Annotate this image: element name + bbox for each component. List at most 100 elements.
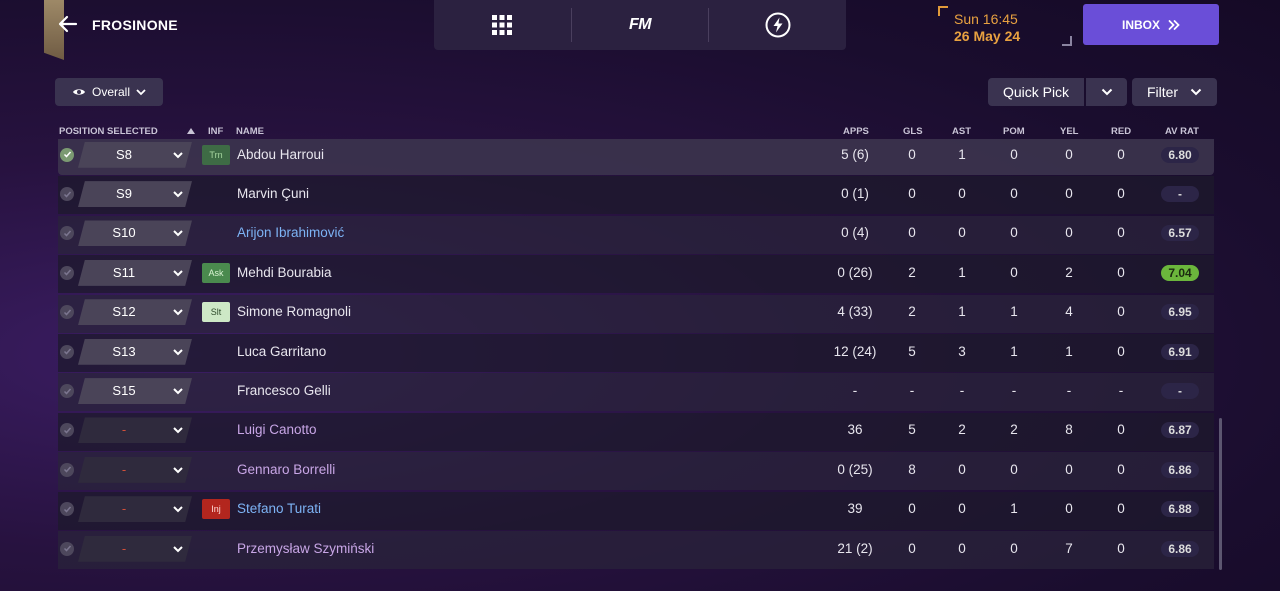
chevron-down-icon — [171, 266, 185, 280]
game-date: Sun 16:45 26 May 24 — [938, 6, 1072, 46]
continue-button[interactable] — [709, 0, 846, 50]
position-label: S12 — [112, 304, 136, 320]
club-name[interactable]: FROSINONE — [92, 17, 178, 33]
position-label: S15 — [112, 383, 136, 399]
player-name[interactable]: Gennaro Borrelli — [237, 462, 335, 477]
table-header: POSITION SELECTED INF NAME APPS GLS AST … — [58, 122, 1214, 140]
back-button[interactable] — [56, 12, 80, 36]
menu-grid-button[interactable] — [434, 0, 571, 50]
table-row[interactable]: - Gennaro Borrelli 0 (25) 8 0 0 0 0 6.86 — [58, 452, 1214, 491]
filter-button[interactable]: Filter — [1132, 78, 1217, 106]
chevron-down-icon — [171, 502, 185, 516]
average-rating-badge: 6.80 — [1161, 146, 1199, 163]
col-name[interactable]: NAME — [236, 126, 264, 137]
info-badge[interactable]: Slt — [202, 302, 230, 323]
table-row[interactable]: S9 Marvin Çuni 0 (1) 0 0 0 0 0- — [58, 176, 1214, 215]
stat-ast: 1 — [958, 146, 966, 162]
stat-red: 0 — [1117, 304, 1125, 320]
col-av-rat[interactable]: AV RAT — [1165, 126, 1199, 137]
row-select-checkbox[interactable] — [60, 423, 74, 438]
stat-ast: 0 — [958, 501, 966, 517]
row-select-checkbox[interactable] — [60, 344, 74, 359]
table-row[interactable]: S8 Trn Abdou Harroui 5 (6) 0 1 0 0 0 6.80 — [58, 139, 1214, 175]
stat-pom: - — [1011, 383, 1017, 399]
arrow-left-icon — [58, 15, 78, 33]
row-select-checkbox[interactable] — [60, 305, 74, 320]
player-name[interactable]: Marvin Çuni — [237, 186, 309, 201]
table-row[interactable]: S10 Arijon Ibrahimović 0 (4) 0 0 0 0 0 6.57 — [58, 215, 1214, 254]
fm-home-button[interactable]: FM — [572, 0, 709, 50]
quick-pick-dropdown[interactable] — [1086, 78, 1127, 106]
table-row[interactable]: - Przemysław Szymiński 21 (2) 0 0 0 7 0 6.86 — [58, 531, 1214, 569]
chevron-down-icon — [171, 423, 185, 437]
col-apps[interactable]: APPS — [843, 126, 869, 137]
stat-red: 0 — [1117, 422, 1125, 438]
filter-label: Filter — [1146, 84, 1179, 100]
player-name[interactable]: Francesco Gelli — [237, 383, 331, 398]
position-label: S13 — [112, 343, 136, 359]
table-row[interactable]: - Luigi Canotto 36 5 2 2 8 0 6.87 — [58, 412, 1214, 451]
stat-yel: 0 — [1065, 461, 1073, 477]
col-yel[interactable]: YEL — [1060, 126, 1078, 137]
player-name[interactable]: Simone Romagnoli — [237, 304, 351, 319]
check-icon — [63, 545, 71, 552]
table-row[interactable]: S15 Francesco Gelli - - - - - - - — [58, 373, 1214, 412]
double-chevron-right-icon — [1168, 19, 1180, 30]
stat-red: 0 — [1117, 501, 1125, 517]
chevron-down-icon — [136, 89, 146, 96]
stat-apps: 5 (6) — [841, 146, 869, 162]
table-scrollbar[interactable] — [1219, 418, 1222, 570]
stat-red: 0 — [1117, 540, 1125, 556]
stat-apps: 4 (33) — [837, 304, 873, 320]
player-name[interactable]: Stefano Turati — [237, 501, 321, 516]
row-select-checkbox[interactable] — [60, 384, 74, 399]
lightning-icon — [765, 12, 791, 38]
player-name[interactable]: Luca Garritano — [237, 344, 326, 359]
player-name[interactable]: Mehdi Bourabia — [237, 265, 332, 280]
stat-red: 0 — [1117, 343, 1125, 359]
average-rating-badge: 6.95 — [1161, 304, 1199, 321]
player-name[interactable]: Przemysław Szymiński — [237, 541, 374, 556]
col-red[interactable]: RED — [1111, 126, 1131, 137]
info-badge[interactable]: Inj — [202, 499, 230, 520]
stat-red: 0 — [1117, 186, 1125, 202]
col-gls[interactable]: GLS — [903, 126, 923, 137]
table-row[interactable]: S11 Ask Mehdi Bourabia 0 (26) 2 1 0 2 0 7.04 — [58, 255, 1214, 294]
average-rating-badge: 7.04 — [1161, 264, 1199, 281]
row-select-checkbox[interactable] — [60, 226, 74, 241]
fm-logo: FM — [628, 16, 652, 33]
col-ast[interactable]: AST — [952, 126, 971, 137]
sort-ascending-icon — [187, 128, 195, 134]
inbox-button[interactable]: INBOX — [1083, 4, 1219, 45]
col-pom[interactable]: POM — [1003, 126, 1025, 137]
info-badge[interactable]: Trn — [202, 144, 230, 165]
col-position-selected[interactable]: POSITION SELECTED — [59, 126, 158, 137]
player-name[interactable]: Abdou Harroui — [237, 147, 324, 162]
row-select-checkbox[interactable] — [60, 187, 74, 202]
stat-yel: 2 — [1065, 264, 1073, 280]
table-row[interactable]: S13 Luca Garritano 12 (24) 5 3 1 1 0 6.91 — [58, 334, 1214, 372]
chevron-down-icon — [171, 384, 185, 398]
stat-apps: 39 — [847, 501, 863, 517]
player-name[interactable]: Arijon Ibrahimović — [237, 225, 344, 240]
stat-ast: 1 — [958, 304, 966, 320]
row-select-checkbox[interactable] — [60, 502, 74, 517]
row-select-checkbox[interactable] — [60, 462, 74, 477]
grid-icon — [492, 15, 513, 35]
col-inf[interactable]: INF — [208, 126, 223, 137]
row-select-checkbox[interactable] — [60, 541, 74, 556]
quick-pick-button[interactable]: Quick Pick — [988, 78, 1084, 106]
table-row[interactable]: S12 Slt Simone Romagnoli 4 (33) 2 1 1 4 0 6.95 — [58, 294, 1214, 333]
average-rating-badge: 6.91 — [1161, 343, 1199, 360]
stat-ast: 1 — [958, 264, 966, 280]
stat-apps: 0 (1) — [841, 186, 869, 202]
player-name[interactable]: Luigi Canotto — [237, 422, 317, 437]
row-select-checkbox[interactable] — [60, 265, 74, 280]
date-day: 26 May 24 — [954, 28, 1021, 44]
info-badge[interactable]: Ask — [202, 262, 230, 283]
row-select-checkbox[interactable] — [60, 147, 74, 162]
view-selector[interactable]: Overall — [55, 78, 163, 106]
stat-red: 0 — [1117, 146, 1125, 162]
table-row[interactable]: - Inj Stefano Turati 39 0 0 1 0 0 6.88 — [58, 491, 1214, 530]
inbox-label: INBOX — [1121, 17, 1160, 32]
